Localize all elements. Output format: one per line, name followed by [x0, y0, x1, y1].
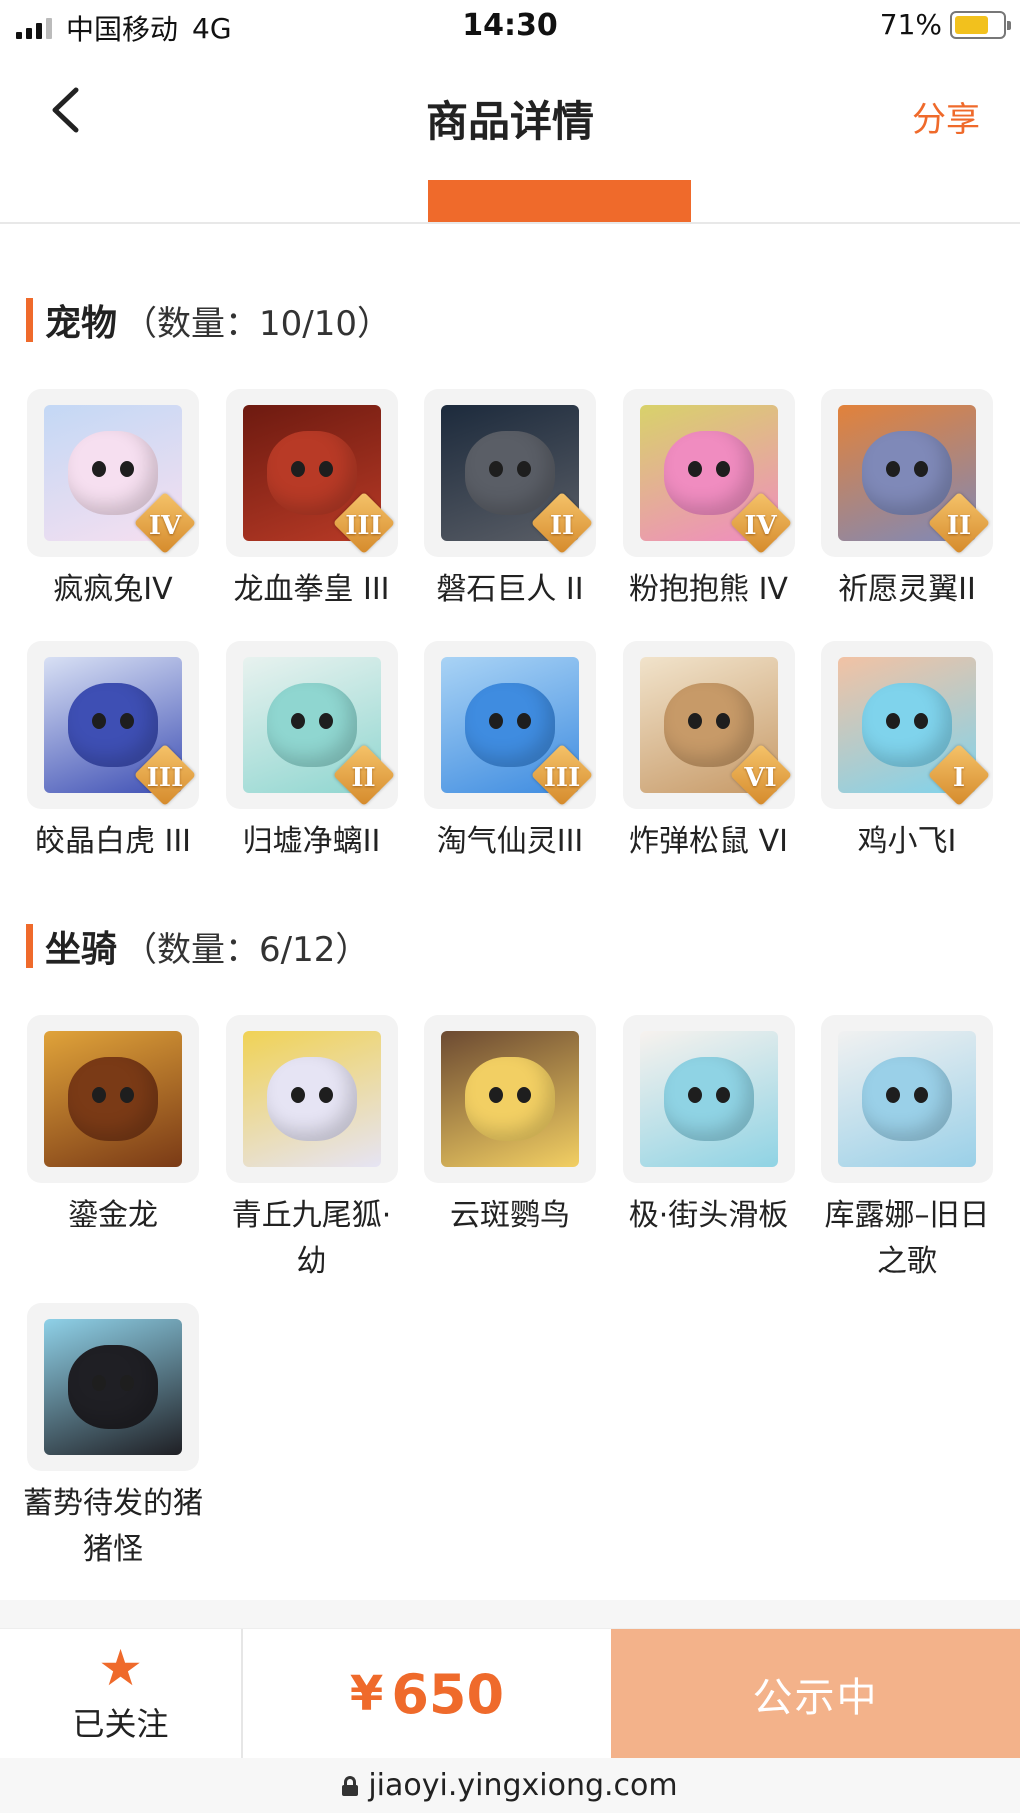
nav-bar: 商品详情 分享 — [0, 52, 1020, 172]
grade-badge-text: III — [543, 763, 581, 793]
mounts-grid: 鎏金龙 青丘九尾狐·幼 云斑鹦鸟 极·街头滑板 库露娜–旧日之歌蓄势待发的猪猪怪 — [23, 1015, 993, 1573]
price: ¥ 650 — [243, 1629, 611, 1759]
item-thumbnail: III — [225, 389, 398, 557]
item-name: 皎晶白虎 III — [34, 824, 192, 859]
grid-item[interactable]: IV 粉抱抱熊 IV — [622, 389, 795, 613]
mounts-section-title: 坐骑 （数量：6/12） — [26, 922, 369, 970]
divider — [0, 222, 1020, 224]
item-thumbnail: IV — [622, 389, 795, 557]
item-name: 疯疯兔IV — [53, 572, 173, 607]
item-name: 粉抱抱熊 IV — [629, 572, 788, 607]
item-thumbnail: VI — [622, 641, 795, 809]
section-name: 宠物 — [45, 303, 118, 344]
nine-tail-fox-icon — [242, 1031, 381, 1167]
section-name: 坐骑 — [45, 929, 118, 970]
item-thumbnail: II — [225, 641, 398, 809]
item-thumbnail — [424, 1015, 596, 1183]
grid-item[interactable]: 云斑鹦鸟 — [424, 1015, 596, 1285]
url-bar[interactable]: jiaoyi.yingxiong.com — [0, 1758, 1020, 1813]
grid-item[interactable]: 库露娜–旧日之歌 — [821, 1015, 993, 1285]
grid-item[interactable]: VI 炸弹松鼠 VI — [622, 641, 795, 865]
status-right: 71% — [879, 8, 1011, 41]
item-name: 极·街头滑板 — [628, 1198, 789, 1233]
cloud-girl-icon — [838, 1031, 976, 1167]
grade-badge-text: II — [549, 511, 575, 541]
price-value: 650 — [391, 1662, 505, 1726]
battery-percent: 71% — [879, 8, 942, 41]
grade-badge-text: II — [351, 763, 376, 793]
item-name: 磐石巨人 II — [436, 572, 584, 607]
item-name: 库露娜–旧日之歌 — [824, 1198, 990, 1279]
grade-badge-text: III — [345, 511, 382, 541]
pets-grid: IV 疯疯兔IV III 龙血拳皇 III II 磐石巨人 II IV 粉抱抱熊 IV II 祈愿… — [27, 389, 993, 865]
black-pig-icon — [44, 1319, 182, 1455]
item-name: 鸡小飞I — [857, 824, 957, 859]
item-thumbnail — [27, 1303, 199, 1471]
grade-badge-text: I — [952, 763, 966, 793]
currency-symbol: ¥ — [349, 1666, 384, 1722]
item-name: 炸弹松鼠 VI — [629, 824, 788, 859]
battery-icon — [950, 10, 1011, 39]
item-thumbnail: I — [821, 641, 993, 809]
grade-badge-text: III — [146, 763, 184, 793]
grid-item[interactable]: IV 疯疯兔IV — [27, 389, 199, 613]
grid-item[interactable]: II 磐石巨人 II — [424, 389, 596, 613]
bottom-action-bar: ★ 已关注 ¥ 650 公示中 — [0, 1628, 1020, 1759]
item-name: 蓄势待发的猪猪怪 — [23, 1486, 203, 1567]
grid-item[interactable]: III 皎晶白虎 III — [27, 641, 199, 865]
item-thumbnail: II — [424, 389, 596, 557]
section-count: （数量：10/10） — [123, 303, 391, 344]
item-thumbnail — [225, 1015, 398, 1183]
item-name: 云斑鹦鸟 — [450, 1198, 570, 1233]
tab-indicator — [428, 180, 691, 222]
star-icon: ★ — [98, 1639, 143, 1697]
share-button[interactable]: 分享 — [912, 92, 980, 141]
section-accent — [26, 298, 33, 342]
item-name: 祈愿灵翼II — [838, 572, 976, 607]
skateboard-icon — [639, 1031, 778, 1167]
item-thumbnail: III — [424, 641, 596, 809]
item-thumbnail: III — [27, 641, 199, 809]
section-count: （数量：6/12） — [123, 929, 370, 970]
golden-dragon-icon — [44, 1031, 182, 1167]
grid-item[interactable]: III 淘气仙灵III — [424, 641, 596, 865]
follow-button[interactable]: ★ 已关注 — [0, 1629, 243, 1759]
url-text: jiaoyi.yingxiong.com — [368, 1768, 678, 1803]
battery-level — [955, 15, 988, 34]
grid-item[interactable]: 鎏金龙 — [27, 1015, 199, 1285]
grid-item[interactable]: I 鸡小飞I — [821, 641, 993, 865]
pets-section-title: 宠物 （数量：10/10） — [26, 296, 391, 344]
grid-item[interactable]: III 龙血拳皇 III — [225, 389, 398, 613]
status-bar: 中国移动 4G 14:30 71% — [0, 0, 1020, 52]
public-status-button[interactable]: 公示中 — [611, 1629, 1020, 1759]
grid-item[interactable]: 蓄势待发的猪猪怪 — [23, 1303, 203, 1573]
follow-label: 已关注 — [72, 1705, 169, 1743]
grid-item[interactable]: 青丘九尾狐·幼 — [225, 1015, 398, 1285]
lock-icon — [342, 1775, 359, 1796]
item-thumbnail — [821, 1015, 993, 1183]
item-name: 鎏金龙 — [68, 1198, 158, 1233]
item-thumbnail — [622, 1015, 795, 1183]
grade-badge-text: IV — [148, 511, 182, 541]
section-accent — [26, 924, 33, 968]
item-thumbnail: II — [821, 389, 993, 557]
item-thumbnail — [27, 1015, 199, 1183]
item-name: 青丘九尾狐·幼 — [231, 1198, 392, 1279]
item-name: 归墟净螭II — [242, 824, 381, 859]
clock: 14:30 — [462, 8, 558, 43]
grid-item[interactable]: II 祈愿灵翼II — [821, 389, 993, 613]
grid-item[interactable]: II 归墟净螭II — [225, 641, 398, 865]
grid-item[interactable]: 极·街头滑板 — [622, 1015, 795, 1285]
grade-badge-text: IV — [744, 511, 777, 541]
page-title: 商品详情 — [425, 97, 594, 146]
item-name: 淘气仙灵III — [436, 824, 584, 859]
grade-badge-text: VI — [744, 763, 777, 793]
item-name: 龙血拳皇 III — [233, 572, 390, 607]
item-thumbnail: IV — [27, 389, 199, 557]
gray-strip — [0, 1600, 1020, 1628]
parrot-icon — [441, 1031, 579, 1167]
grade-badge-text: II — [946, 511, 972, 541]
